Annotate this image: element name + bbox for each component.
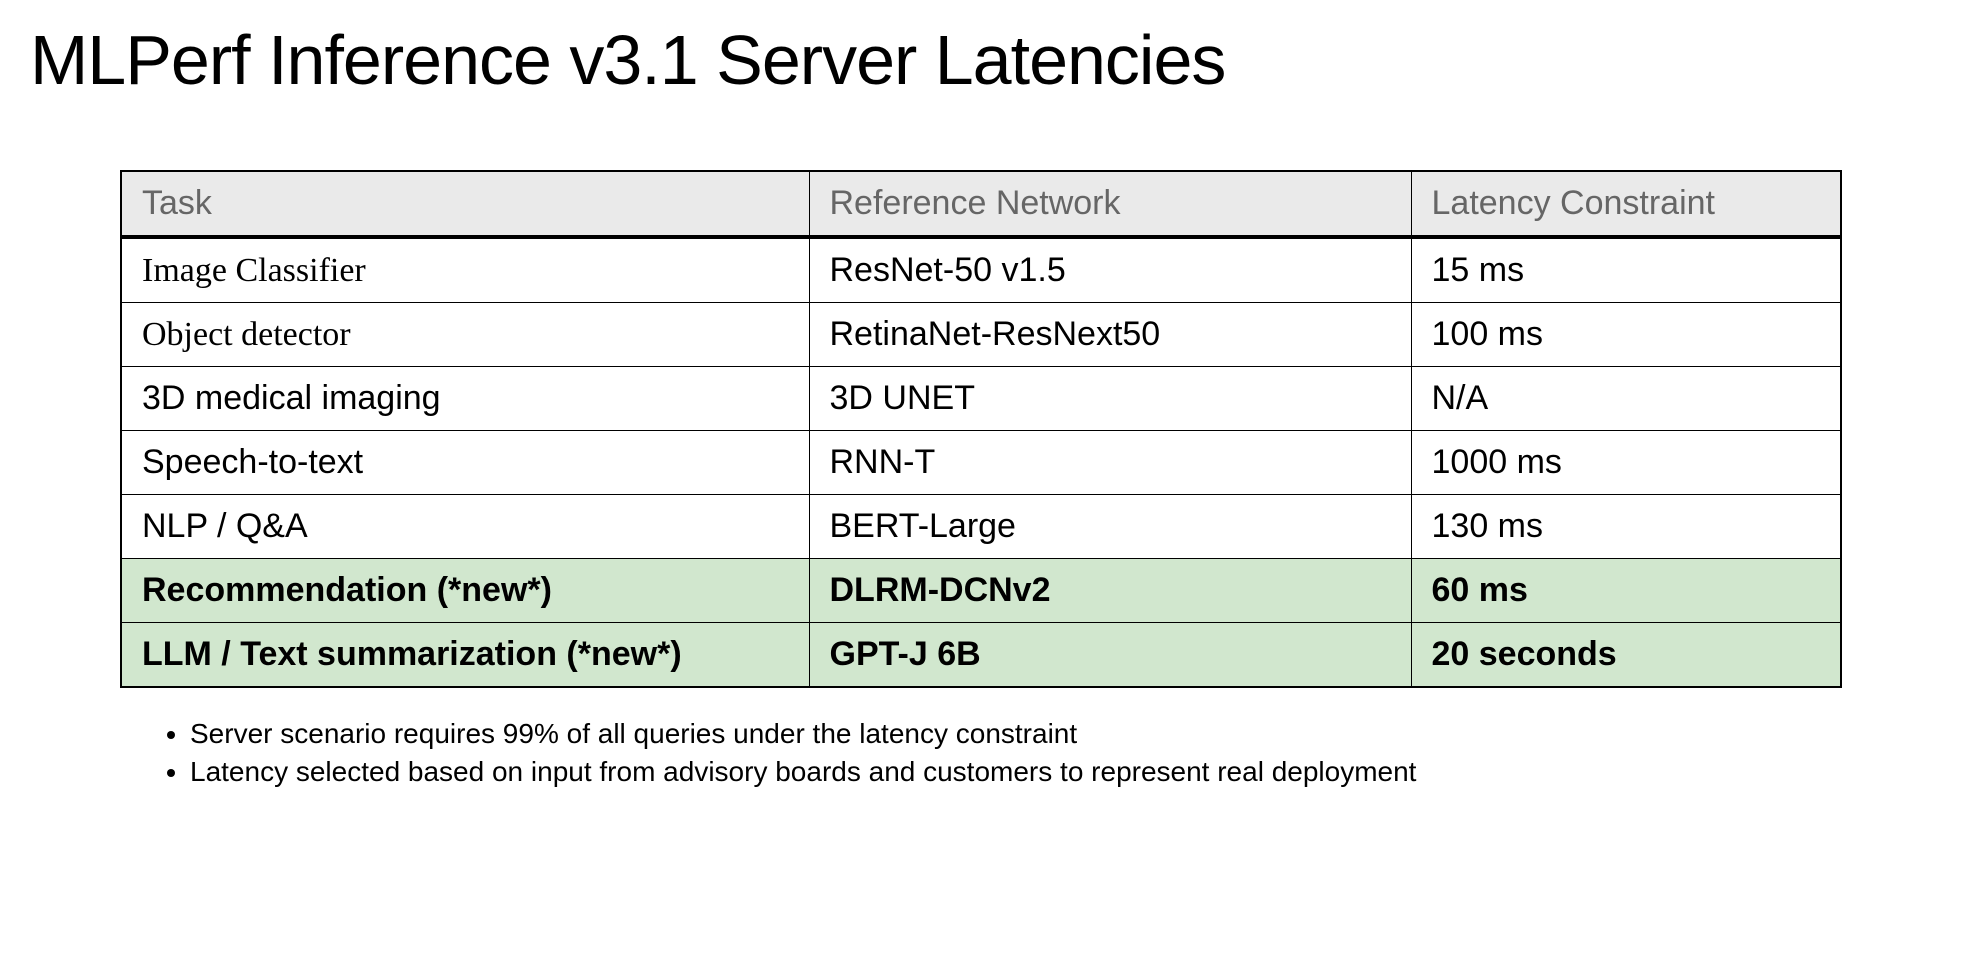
header-network: Reference Network	[809, 171, 1411, 237]
cell-network: ResNet-50 v1.5	[809, 237, 1411, 303]
cell-network: 3D UNET	[809, 367, 1411, 431]
cell-network: BERT-Large	[809, 495, 1411, 559]
table-row: LLM / Text summarization (*new*)GPT-J 6B…	[121, 623, 1841, 688]
latency-table-container: Task Reference Network Latency Constrain…	[120, 170, 1842, 688]
note-item: Latency selected based on input from adv…	[190, 756, 1932, 788]
cell-latency: 130 ms	[1411, 495, 1841, 559]
cell-latency: 15 ms	[1411, 237, 1841, 303]
cell-latency: N/A	[1411, 367, 1841, 431]
table-row: Recommendation (*new*)DLRM-DCNv260 ms	[121, 559, 1841, 623]
table-row: Object detectorRetinaNet-ResNext50100 ms	[121, 303, 1841, 367]
cell-task: Image Classifier	[121, 237, 809, 303]
table-row: NLP / Q&ABERT-Large130 ms	[121, 495, 1841, 559]
cell-network: GPT-J 6B	[809, 623, 1411, 688]
cell-task: Speech-to-text	[121, 431, 809, 495]
header-task: Task	[121, 171, 809, 237]
cell-latency: 100 ms	[1411, 303, 1841, 367]
cell-task: Recommendation (*new*)	[121, 559, 809, 623]
page-title: MLPerf Inference v3.1 Server Latencies	[30, 20, 1932, 100]
cell-latency: 60 ms	[1411, 559, 1841, 623]
cell-task: NLP / Q&A	[121, 495, 809, 559]
cell-task: LLM / Text summarization (*new*)	[121, 623, 809, 688]
cell-network: DLRM-DCNv2	[809, 559, 1411, 623]
table-row: Image ClassifierResNet-50 v1.515 ms	[121, 237, 1841, 303]
cell-latency: 1000 ms	[1411, 431, 1841, 495]
cell-latency: 20 seconds	[1411, 623, 1841, 688]
header-latency: Latency Constraint	[1411, 171, 1841, 237]
cell-network: RNN-T	[809, 431, 1411, 495]
table-header-row: Task Reference Network Latency Constrain…	[121, 171, 1841, 237]
notes-list: Server scenario requires 99% of all quer…	[160, 718, 1932, 788]
cell-task: 3D medical imaging	[121, 367, 809, 431]
table-row: Speech-to-textRNN-T1000 ms	[121, 431, 1841, 495]
cell-network: RetinaNet-ResNext50	[809, 303, 1411, 367]
table-row: 3D medical imaging3D UNETN/A	[121, 367, 1841, 431]
latency-table: Task Reference Network Latency Constrain…	[120, 170, 1842, 688]
note-item: Server scenario requires 99% of all quer…	[190, 718, 1932, 750]
cell-task: Object detector	[121, 303, 809, 367]
